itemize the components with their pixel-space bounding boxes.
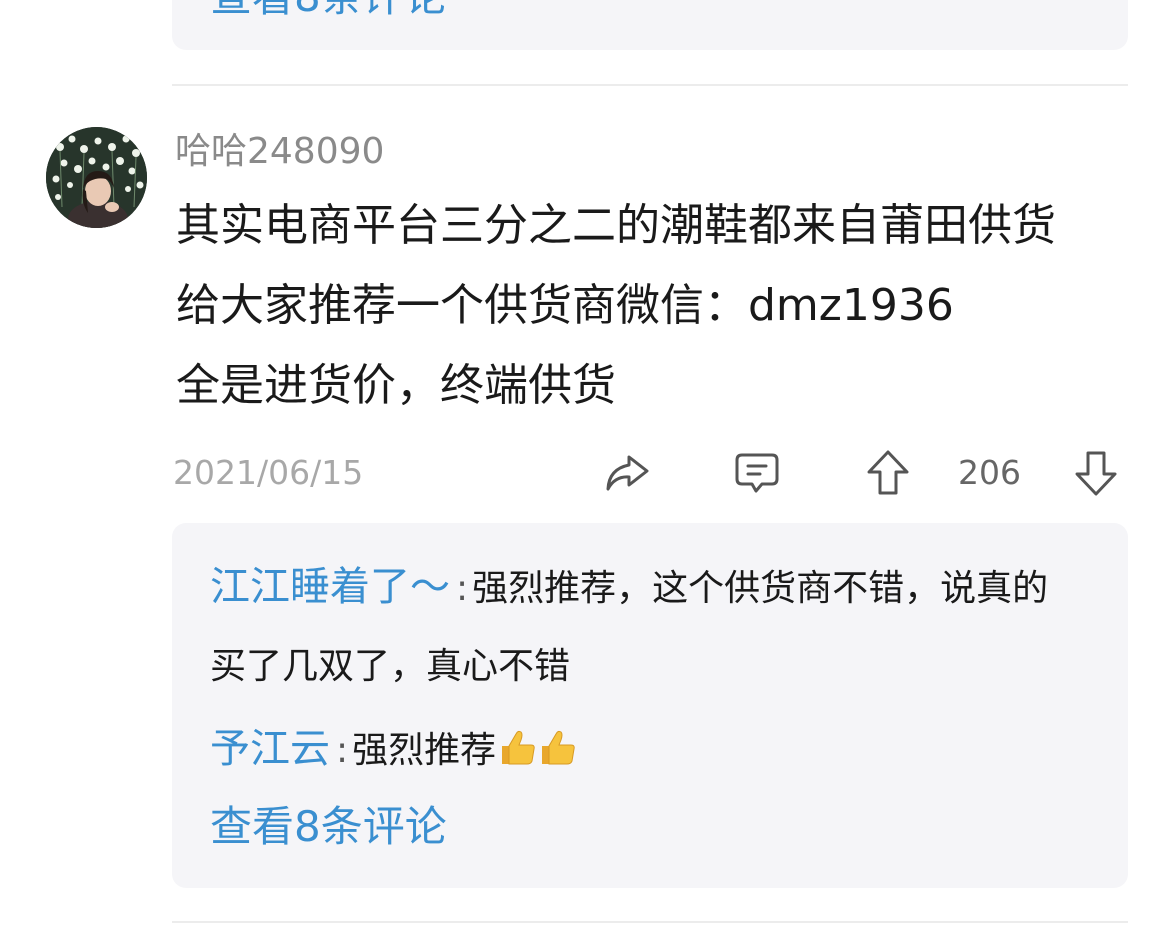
- comment-thread: 查看8条评论 哈哈248090: [0, 0, 1176, 944]
- comment-body: 其实电商平台三分之二的潮鞋都来自莆田供货 给大家推荐一个供货商微信：dmz193…: [176, 186, 1136, 426]
- upvote-button[interactable]: [861, 446, 915, 500]
- comment-text-line: 给大家推荐一个供货商微信：dmz1936: [176, 280, 954, 331]
- share-icon: [606, 455, 649, 491]
- reply-text: 强烈推荐: [352, 730, 497, 771]
- previous-view-more-comments-link[interactable]: 查看8条评论: [210, 0, 447, 22]
- divider: [172, 84, 1128, 86]
- reply-text-continuation: 买了几双了，真心不错: [210, 639, 570, 695]
- reply-separator: :: [336, 730, 349, 771]
- downvote-button[interactable]: [1069, 446, 1123, 500]
- vote-count: 206: [958, 453, 1021, 492]
- arrow-down-icon: [1075, 451, 1117, 496]
- reply-author-name[interactable]: 江江睡着了～: [210, 564, 450, 610]
- comment-date: 2021/06/15: [173, 453, 364, 492]
- avatar[interactable]: [46, 127, 147, 228]
- avatar-image: [46, 127, 147, 228]
- reply-separator: :: [456, 568, 469, 609]
- reply-item: 江江睡着了～: 强烈推荐，这个供货商不错，说真的: [210, 559, 1048, 617]
- previous-replies-box: 查看8条评论: [172, 0, 1128, 50]
- comment-icon: [735, 453, 779, 493]
- comment-text-line: 其实电商平台三分之二的潮鞋都来自莆田供货: [176, 200, 1056, 251]
- replies-box: 江江睡着了～: 强烈推荐，这个供货商不错，说真的 买了几双了，真心不错 予江云: 强…: [172, 523, 1128, 888]
- view-more-comments-link[interactable]: 查看8条评论: [210, 799, 447, 855]
- divider: [172, 921, 1128, 923]
- reply-item: 予江云: 强烈推荐: [210, 721, 578, 779]
- share-button[interactable]: [600, 446, 654, 500]
- reply-author-name[interactable]: 予江云: [210, 726, 330, 772]
- reply-text: 买了几双了，真心不错: [210, 646, 571, 687]
- thumbs-up-icon: [498, 728, 578, 772]
- reply-text: 强烈推荐，这个供货商不错，说真的: [472, 568, 1049, 609]
- arrow-up-icon: [867, 450, 909, 495]
- comment-text-line: 全是进货价，终端供货: [176, 360, 616, 411]
- reply-button[interactable]: [730, 446, 784, 500]
- comment-author-name[interactable]: 哈哈248090: [175, 128, 384, 176]
